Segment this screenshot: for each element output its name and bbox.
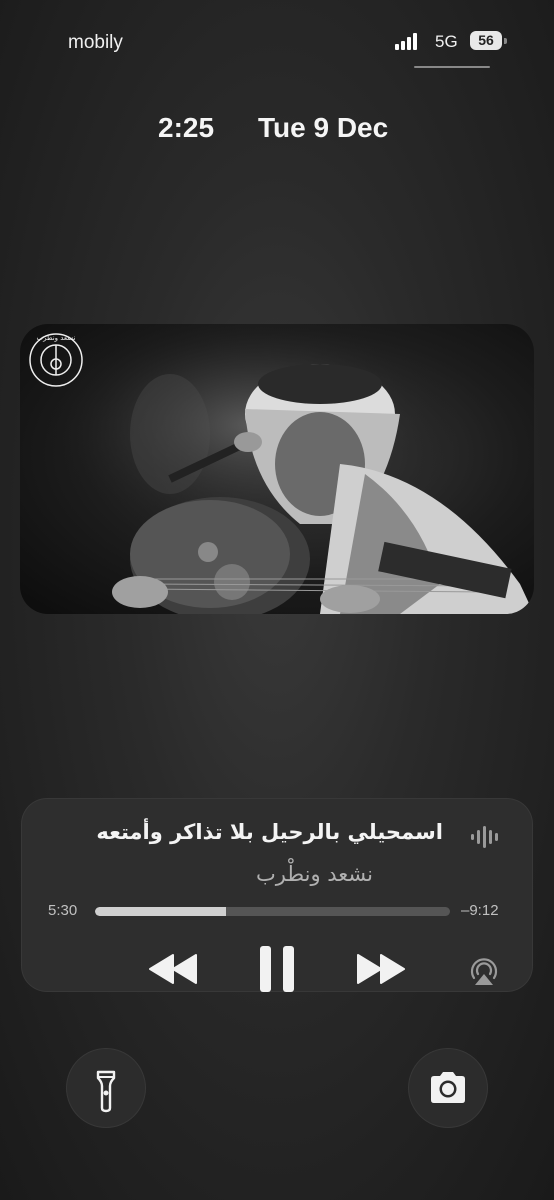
battery-tip bbox=[504, 38, 507, 44]
remaining-time: –9:12 bbox=[461, 902, 499, 919]
album-artwork: نسعد ونطرب bbox=[20, 324, 534, 614]
status-bar: mobily 5G 56 bbox=[0, 28, 554, 68]
progress-bar[interactable] bbox=[95, 907, 450, 916]
artist-name: نشعد ونطْرب bbox=[256, 862, 373, 886]
progress-fill bbox=[95, 907, 227, 916]
flashlight-icon bbox=[96, 1070, 116, 1113]
camera-icon bbox=[431, 1072, 465, 1103]
fast-forward-icon[interactable] bbox=[355, 952, 407, 986]
song-title: اسمحيلي بالرحيل بلا تذاكر وأمتعه bbox=[96, 820, 443, 844]
audio-waveform-icon bbox=[471, 826, 498, 848]
pause-icon[interactable] bbox=[257, 944, 297, 994]
elapsed-time: 5:30 bbox=[48, 902, 78, 919]
camera-button[interactable] bbox=[408, 1048, 488, 1128]
rewind-icon[interactable] bbox=[147, 952, 199, 986]
battery-icon: 56 bbox=[470, 31, 502, 50]
cellular-signal-icon bbox=[395, 32, 419, 50]
network-type: 5G bbox=[435, 32, 458, 51]
clock-time: 2:25 bbox=[158, 112, 215, 143]
artwork-illustration: نسعد ونطرب bbox=[20, 324, 534, 614]
clock-date: Tue 9 Dec bbox=[258, 112, 389, 143]
carrier-name: mobily bbox=[68, 32, 123, 53]
status-indicator-line bbox=[414, 66, 490, 68]
airplay-icon[interactable] bbox=[467, 954, 501, 986]
lock-screen-clock: 2:25 Tue 9 Dec bbox=[0, 112, 554, 152]
battery-level: 56 bbox=[478, 32, 494, 48]
artwork-logo-text: نسعد ونطرب bbox=[37, 334, 76, 342]
now-playing-widget[interactable]: اسمحيلي بالرحيل بلا تذاكر وأمتعه نشعد ون… bbox=[21, 798, 533, 992]
flashlight-button[interactable] bbox=[66, 1048, 146, 1128]
